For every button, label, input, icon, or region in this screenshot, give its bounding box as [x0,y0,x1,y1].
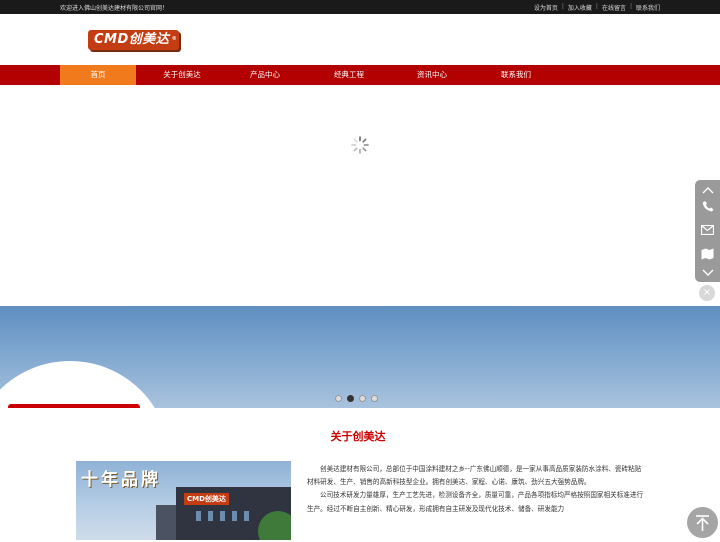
site-logo[interactable]: CMD创美达 ® [88,30,180,50]
building-sign: CMD创美达 [184,493,229,505]
banner-white-arc [0,361,170,408]
nav-item-contact[interactable]: 联系我们 [481,65,551,85]
logo-mark: CMD创美达 ® [88,30,180,50]
slider-pagination [335,395,378,402]
online-message-link[interactable]: 在线留言 [602,3,626,12]
arrow-up-icon [696,515,709,531]
banner-loading-area [0,85,720,306]
chevron-down-icon[interactable] [695,263,720,283]
building-window [208,511,213,521]
nav-item-projects[interactable]: 经典工程 [314,65,384,85]
main-nav: 首页 关于创美达 产品中心 经典工程 资讯中心 联系我们 [0,65,720,85]
floating-contact-sidebar [695,180,720,282]
nav-item-home[interactable]: 首页 [60,65,136,85]
building-window [244,511,249,521]
about-paragraph: 创美达建材有限公司，总部位于中国涂料建材之乡--广东佛山顺德，是一家从事高品质家… [307,465,642,487]
header: CMD创美达 ® [0,14,720,65]
welcome-text: 欢迎进入佛山创美达建材有限公司官网！ [60,5,169,12]
map-icon[interactable] [695,244,720,264]
building-window [232,511,237,521]
loading-spinner-icon [351,136,369,154]
add-favorite-link[interactable]: 加入收藏 [568,3,592,12]
back-to-top-button[interactable] [687,507,718,538]
nav-item-news[interactable]: 资讯中心 [397,65,467,85]
contact-us-link[interactable]: 联系我们 [636,3,660,12]
building-window [220,511,225,521]
logo-text: CMD创美达 [94,32,170,47]
hero-banner [0,306,720,408]
nav-item-products[interactable]: 产品中心 [230,65,300,85]
about-company-image: CMD创美达 十年品牌 [76,461,291,540]
top-links: 设为首页 | 加入收藏 | 在线留言 | 联系我们 [534,3,660,12]
about-description: 创美达建材有限公司，总部位于中国涂料建材之乡--广东佛山顺德，是一家从事高品质家… [307,463,647,516]
separator: | [629,3,632,10]
set-homepage-link[interactable]: 设为首页 [534,3,558,12]
mail-icon[interactable] [695,220,720,240]
image-slogan: 十年品牌 [81,470,161,490]
separator: | [595,3,598,10]
slider-dot[interactable] [335,395,342,402]
building-window [196,511,201,521]
about-paragraph: 公司技术研发力量雄厚，生产工艺先进，检测设备齐全，质量可靠，产品各项指标均严格按… [307,491,644,513]
phone-icon[interactable] [695,196,720,216]
top-bar: 欢迎进入佛山创美达建材有限公司官网！ 设为首页 | 加入收藏 | 在线留言 | … [0,0,720,14]
nav-item-about[interactable]: 关于创美达 [146,65,218,85]
slider-dot[interactable] [359,395,366,402]
registered-mark: ® [171,36,178,42]
slider-dot-active[interactable] [347,395,354,402]
banner-red-bar [8,404,140,408]
slider-dot[interactable] [371,395,378,402]
about-section-title: 关于创美达 [330,430,386,443]
sidebar-close-button[interactable]: × [699,285,715,301]
separator: | [561,3,564,10]
